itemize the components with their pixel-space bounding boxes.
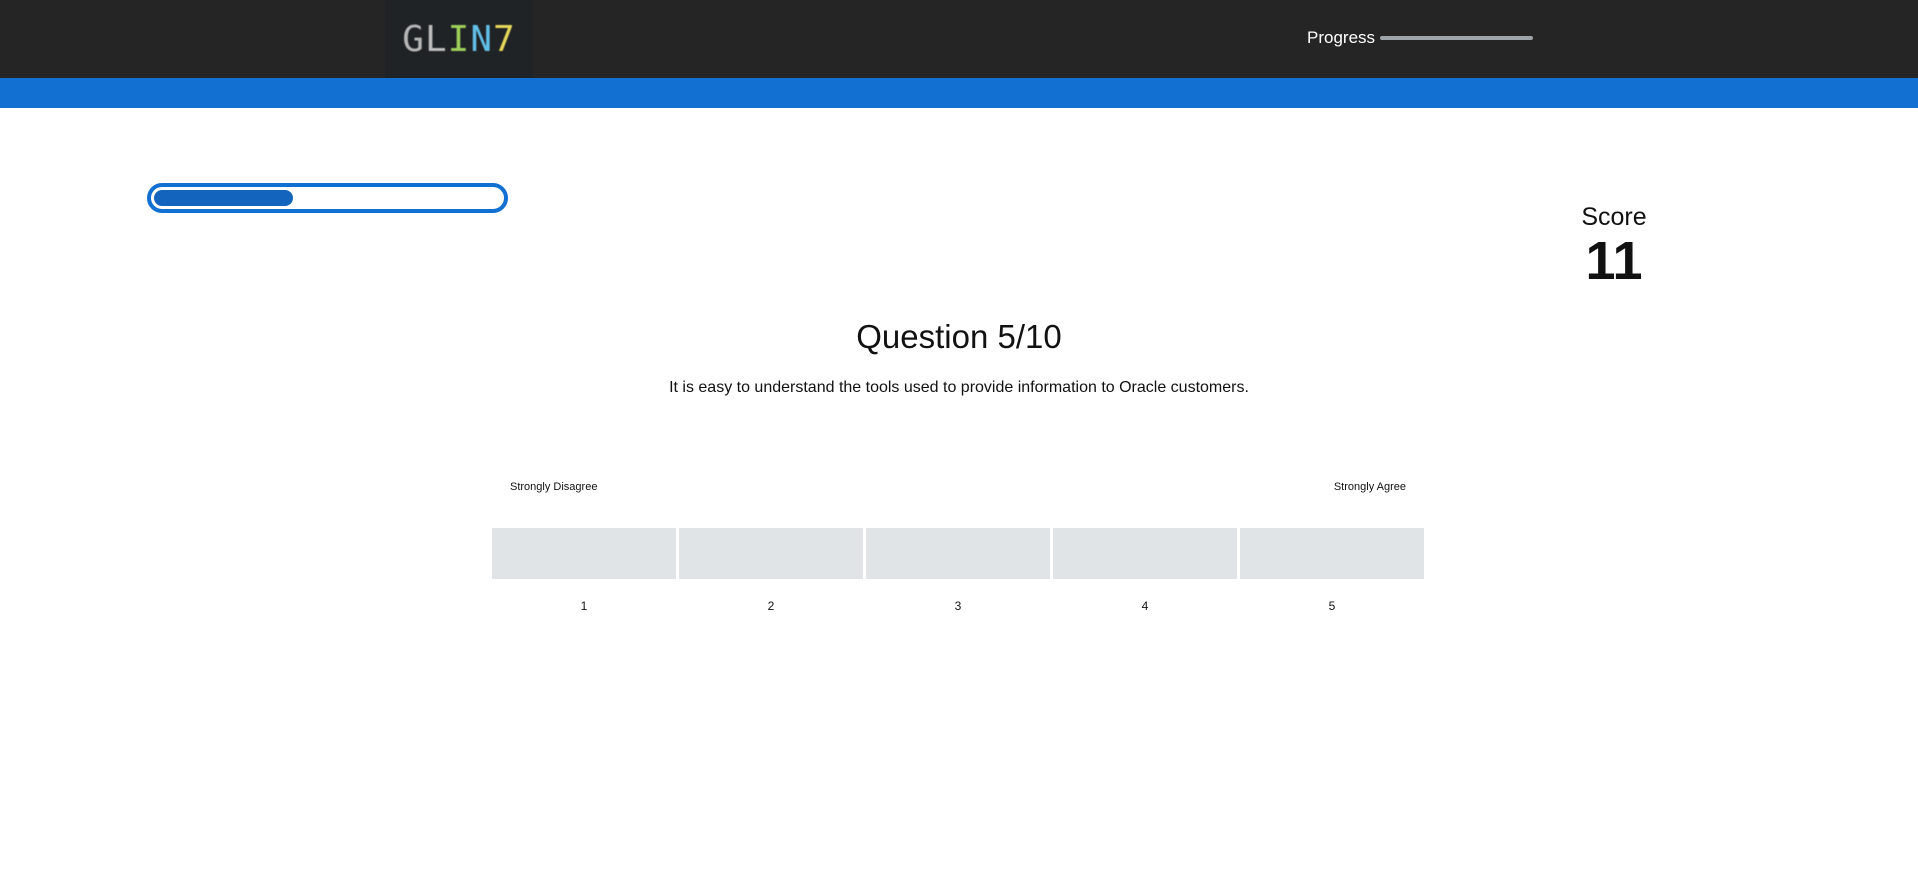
quiz-progress-fill: [154, 190, 293, 206]
header-progress-bar: [1380, 36, 1534, 40]
question-text: It is easy to understand the tools used …: [669, 379, 1249, 396]
scale-options: [492, 528, 1424, 579]
score-value: 11: [1585, 231, 1643, 291]
scale-labels: Strongly Disagree Strongly Agree: [492, 479, 1424, 495]
scale-option-4[interactable]: [1053, 528, 1237, 579]
score-label: Score: [1581, 203, 1647, 231]
scale-number-1: 1: [580, 599, 588, 613]
glint-logo[interactable]: GLIN7: [385, 0, 533, 78]
scale-number-4: 4: [1141, 599, 1149, 613]
score-panel: Score 11: [1556, 203, 1672, 288]
scale-option-2[interactable]: [679, 528, 863, 579]
header-progress-label: Progress: [1307, 28, 1376, 47]
scale-number-5: 5: [1328, 599, 1336, 613]
scale-number-3: 3: [954, 599, 962, 613]
quiz-progress-bar: [147, 183, 508, 213]
header-progress: Progress: [1307, 28, 1534, 48]
accent-banner: [0, 78, 1918, 108]
scale-option-3[interactable]: [866, 528, 1050, 579]
scale-high-label: Strongly Agree: [1333, 481, 1406, 493]
scale-numbers: 1 2 3 4 5: [492, 599, 1424, 613]
scale-option-5[interactable]: [1240, 528, 1424, 579]
question-title: Question 5/10: [856, 318, 1062, 355]
scale-option-1[interactable]: [492, 528, 676, 579]
top-navigation-bar: GLIN7 Progress: [0, 0, 1918, 78]
scale-number-2: 2: [767, 599, 775, 613]
likert-scale: Strongly Disagree Strongly Agree 1 2 3 4…: [492, 479, 1424, 613]
scale-low-label: Strongly Disagree: [510, 481, 598, 493]
logo-text: GLIN7: [402, 18, 516, 60]
